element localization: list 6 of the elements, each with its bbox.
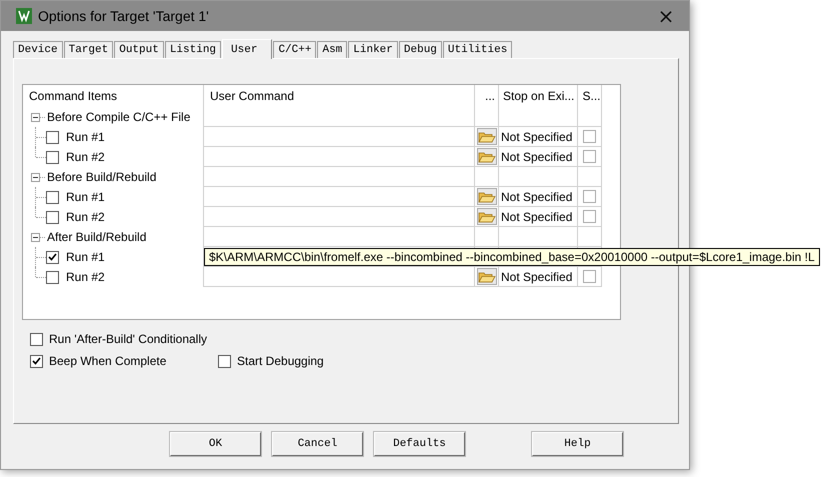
- column-header: Command Items: [23, 85, 204, 107]
- column-header: ...: [475, 85, 499, 107]
- column-header: Stop on Exi...: [499, 85, 578, 107]
- column-header: S...: [578, 85, 602, 107]
- window-title: Options for Target 'Target 1': [38, 8, 210, 24]
- column-header: User Command: [204, 85, 475, 107]
